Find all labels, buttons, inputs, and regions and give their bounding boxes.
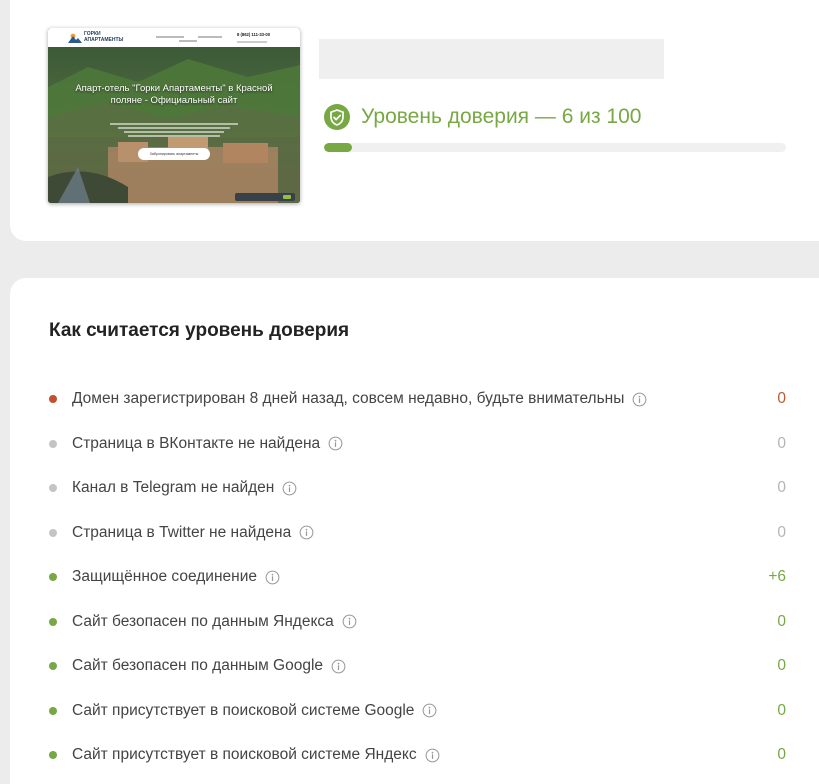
trust-factor-score: 0 — [777, 479, 786, 496]
trust-factor-label: Страница в Twitter не найдена — [72, 523, 292, 541]
trust-factor-row: Сайт безопасен по данным Google 0 — [49, 655, 786, 677]
trust-factor-row: Сайт присутствует в поисковой системе Ян… — [49, 744, 786, 766]
site-preview-thumbnail[interactable]: ГОРКИ АПАРТАМЕНТЫ 8 (862) 111-33-00 Апар… — [48, 28, 300, 203]
trust-factor-score: 0 — [777, 701, 786, 719]
status-dot-icon — [49, 662, 57, 670]
trust-factor-row: Защищённое соединение +6 — [49, 566, 786, 588]
status-dot-icon — [49, 528, 57, 537]
trust-factor-score: 0 — [777, 390, 786, 407]
status-dot-icon — [49, 617, 57, 626]
trust-factor-label: Сайт присутствует в поисковой системе Go… — [72, 701, 415, 719]
preview-hero-title: Апарт-отель "Горки Апартаменты" в Красно… — [75, 83, 273, 106]
info-icon[interactable] — [265, 570, 280, 585]
trust-factor-row: Сайт присутствует в поисковой системе Go… — [49, 700, 786, 722]
trust-factor-score: 0 — [777, 657, 786, 674]
trust-factor-row: Домен зарегистрирован 8 дней назад, совс… — [49, 388, 786, 410]
preview-cookie-banner — [235, 193, 295, 201]
preview-hero-description — [104, 121, 244, 139]
trust-factor-row: Страница в ВКонтакте не найдена 0 — [49, 433, 786, 455]
status-dot-icon — [49, 484, 57, 492]
trust-factor-score: 0 — [777, 434, 786, 452]
preview-brand: ГОРКИ АПАРТАМЕНТЫ — [84, 31, 124, 43]
info-icon[interactable] — [282, 481, 297, 496]
info-icon[interactable] — [422, 703, 437, 718]
trust-progress-fill — [324, 143, 352, 152]
trust-level-heading: Уровень доверия — 6 из 100 — [324, 103, 641, 131]
trust-factor-label: Сайт безопасен по данным Google — [72, 657, 324, 674]
preview-nav-link — [179, 40, 197, 42]
trust-factor-row: Сайт безопасен по данным Яндекса 0 — [49, 611, 786, 633]
info-icon[interactable] — [632, 392, 647, 407]
trust-level-text: Уровень доверия — 6 из 100 — [361, 105, 642, 128]
info-icon[interactable] — [342, 614, 357, 629]
preview-phone-caption — [237, 41, 267, 43]
shield-check-icon — [324, 104, 350, 130]
trust-factor-row: Канал в Telegram не найден 0 — [49, 477, 786, 499]
trust-factor-score: 0 — [777, 746, 786, 763]
trust-factor-label: Канал в Telegram не найден — [72, 479, 275, 496]
section-title: Как считается уровень доверия — [49, 320, 350, 341]
status-dot-icon — [49, 573, 57, 581]
preview-nav-link — [156, 36, 184, 38]
trust-factor-score: 0 — [777, 612, 786, 630]
status-dot-icon — [49, 706, 57, 715]
status-dot-icon — [49, 439, 57, 448]
trust-factor-score: +6 — [768, 568, 786, 585]
preview-book-button: Забронировать апартаменты — [138, 148, 210, 160]
trust-factor-label: Домен зарегистрирован 8 дней назад, совс… — [72, 390, 625, 407]
status-dot-icon — [49, 751, 57, 759]
trust-factor-row: Страница в Twitter не найдена 0 — [49, 522, 786, 544]
trust-factor-label: Сайт присутствует в поисковой системе Ян… — [72, 746, 417, 763]
info-icon[interactable] — [331, 659, 346, 674]
preview-cookie-ok — [283, 195, 291, 199]
trust-factor-label: Сайт безопасен по данным Яндекса — [72, 612, 334, 630]
info-icon[interactable] — [328, 436, 343, 451]
preview-nav-link — [198, 36, 222, 38]
preview-phone: 8 (862) 111-33-00 — [237, 32, 271, 37]
trust-factor-label: Страница в ВКонтакте не найдена — [72, 434, 321, 452]
info-icon[interactable] — [299, 525, 314, 540]
trust-factor-score: 0 — [777, 523, 786, 541]
info-icon[interactable] — [425, 748, 440, 763]
trust-progress-bar — [324, 143, 786, 152]
site-title-placeholder — [319, 39, 664, 79]
trust-factor-label: Защищённое соединение — [72, 568, 257, 585]
preview-site-header: ГОРКИ АПАРТАМЕНТЫ 8 (862) 111-33-00 — [48, 28, 300, 47]
mountain-logo-icon — [68, 33, 82, 43]
status-dot-icon — [49, 395, 57, 403]
